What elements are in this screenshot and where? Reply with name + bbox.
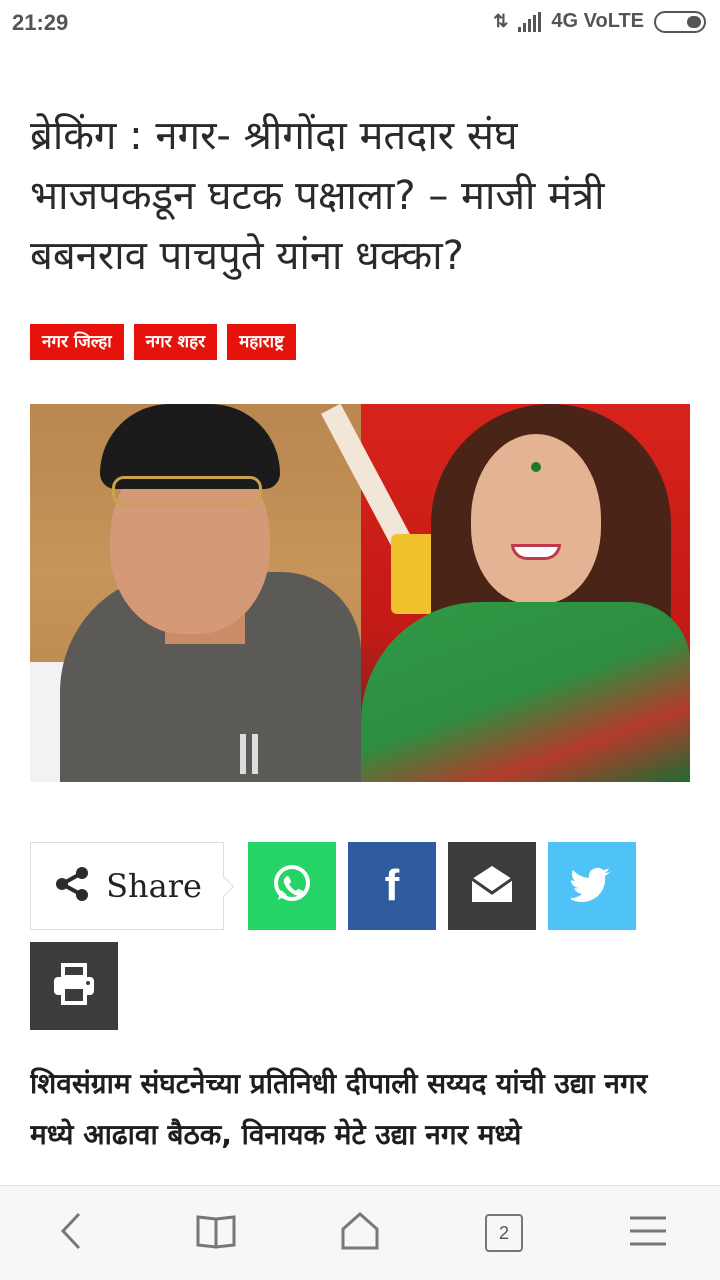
- category-tags: नगर जिल्हा नगर शहर महाराष्ट्र: [30, 324, 296, 360]
- twitter-share-button[interactable]: [548, 842, 636, 930]
- chevron-left-icon: [57, 1211, 87, 1255]
- signal-strength-icon: [518, 11, 542, 32]
- status-indicators: ⇅ 4G VoLTE: [493, 10, 706, 33]
- twitter-bird-icon: [568, 866, 613, 906]
- hamburger-icon: [628, 1215, 668, 1251]
- facebook-share-button[interactable]: f: [348, 842, 436, 930]
- tag-maharashtra[interactable]: महाराष्ट्र: [227, 324, 296, 360]
- tag-nagar-district[interactable]: नगर जिल्हा: [30, 324, 124, 360]
- share-button[interactable]: Share: [30, 842, 224, 930]
- tabs-button[interactable]: 2: [464, 1193, 544, 1273]
- bookmarks-button[interactable]: [176, 1193, 256, 1273]
- data-transfer-icon: ⇅: [493, 11, 509, 31]
- email-share-button[interactable]: [448, 842, 536, 930]
- share-bar: Share f: [30, 842, 690, 1030]
- status-bar: 21:29 ⇅ 4G VoLTE: [0, 0, 720, 50]
- home-icon: [340, 1211, 380, 1255]
- article-hero-image: [30, 404, 690, 782]
- whatsapp-icon: [270, 862, 314, 910]
- envelope-icon: [469, 863, 515, 909]
- network-type: 4G VoLTE: [551, 10, 644, 32]
- tab-count-badge: 2: [485, 1214, 523, 1252]
- print-button[interactable]: [30, 942, 118, 1030]
- tag-nagar-city[interactable]: नगर शहर: [133, 324, 218, 360]
- back-button[interactable]: [32, 1193, 112, 1273]
- battery-icon: [654, 10, 706, 33]
- status-time: 21:29: [12, 10, 69, 35]
- article-summary: शिवसंग्राम संघटनेच्या प्रतिनिधी दीपाली स…: [30, 1067, 648, 1151]
- home-button[interactable]: [320, 1193, 400, 1273]
- photo-politician: [30, 404, 361, 782]
- share-icon: [52, 864, 92, 908]
- menu-button[interactable]: [608, 1193, 688, 1273]
- photo-woman: [321, 404, 690, 782]
- whatsapp-share-button[interactable]: [248, 842, 336, 930]
- printer-icon: [52, 963, 96, 1009]
- facebook-icon: f: [384, 861, 400, 910]
- share-label: Share: [106, 867, 202, 905]
- article-headline: ब्रेकिंग : नगर- श्रीगोंदा मतदार संघ भाजप…: [30, 113, 605, 279]
- browser-bottom-nav: 2: [0, 1185, 720, 1280]
- book-icon: [196, 1213, 236, 1253]
